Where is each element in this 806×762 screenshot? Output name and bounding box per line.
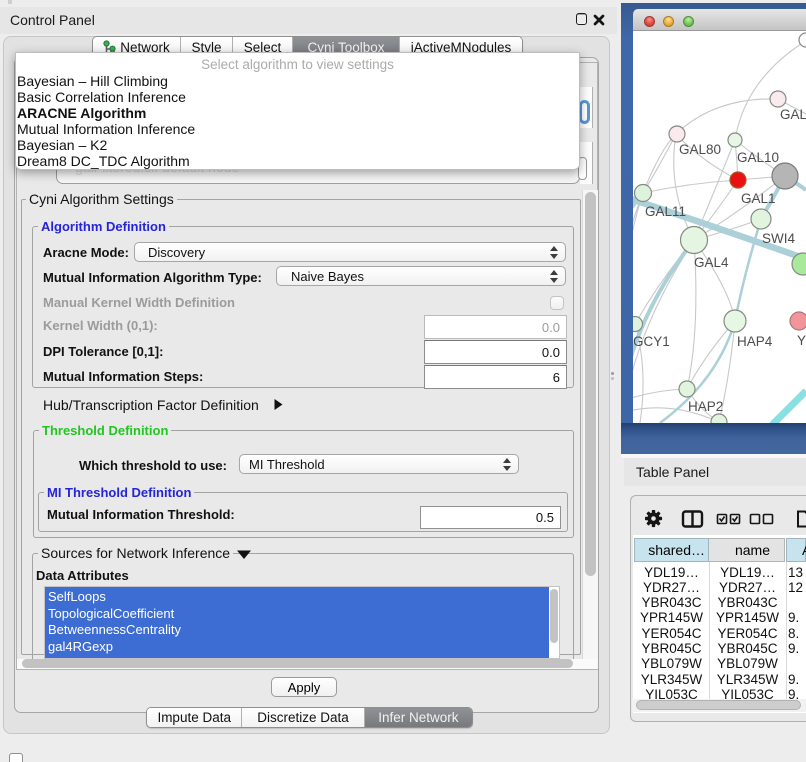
svg-text:SWI4: SWI4 [762,231,795,246]
svg-text:GAL80: GAL80 [679,142,721,157]
svg-text:Y: Y [797,333,806,348]
svg-text:GCY1: GCY1 [633,334,670,349]
svg-text:GAL11: GAL11 [645,204,686,219]
svg-text:HAP4: HAP4 [737,334,773,349]
svg-text:GAL7: GAL7 [780,107,806,122]
svg-text:GAL4: GAL4 [694,255,729,270]
svg-text:GAL1: GAL1 [741,191,776,206]
svg-text:GAL10: GAL10 [737,150,779,165]
svg-text:HAP2: HAP2 [688,399,723,414]
